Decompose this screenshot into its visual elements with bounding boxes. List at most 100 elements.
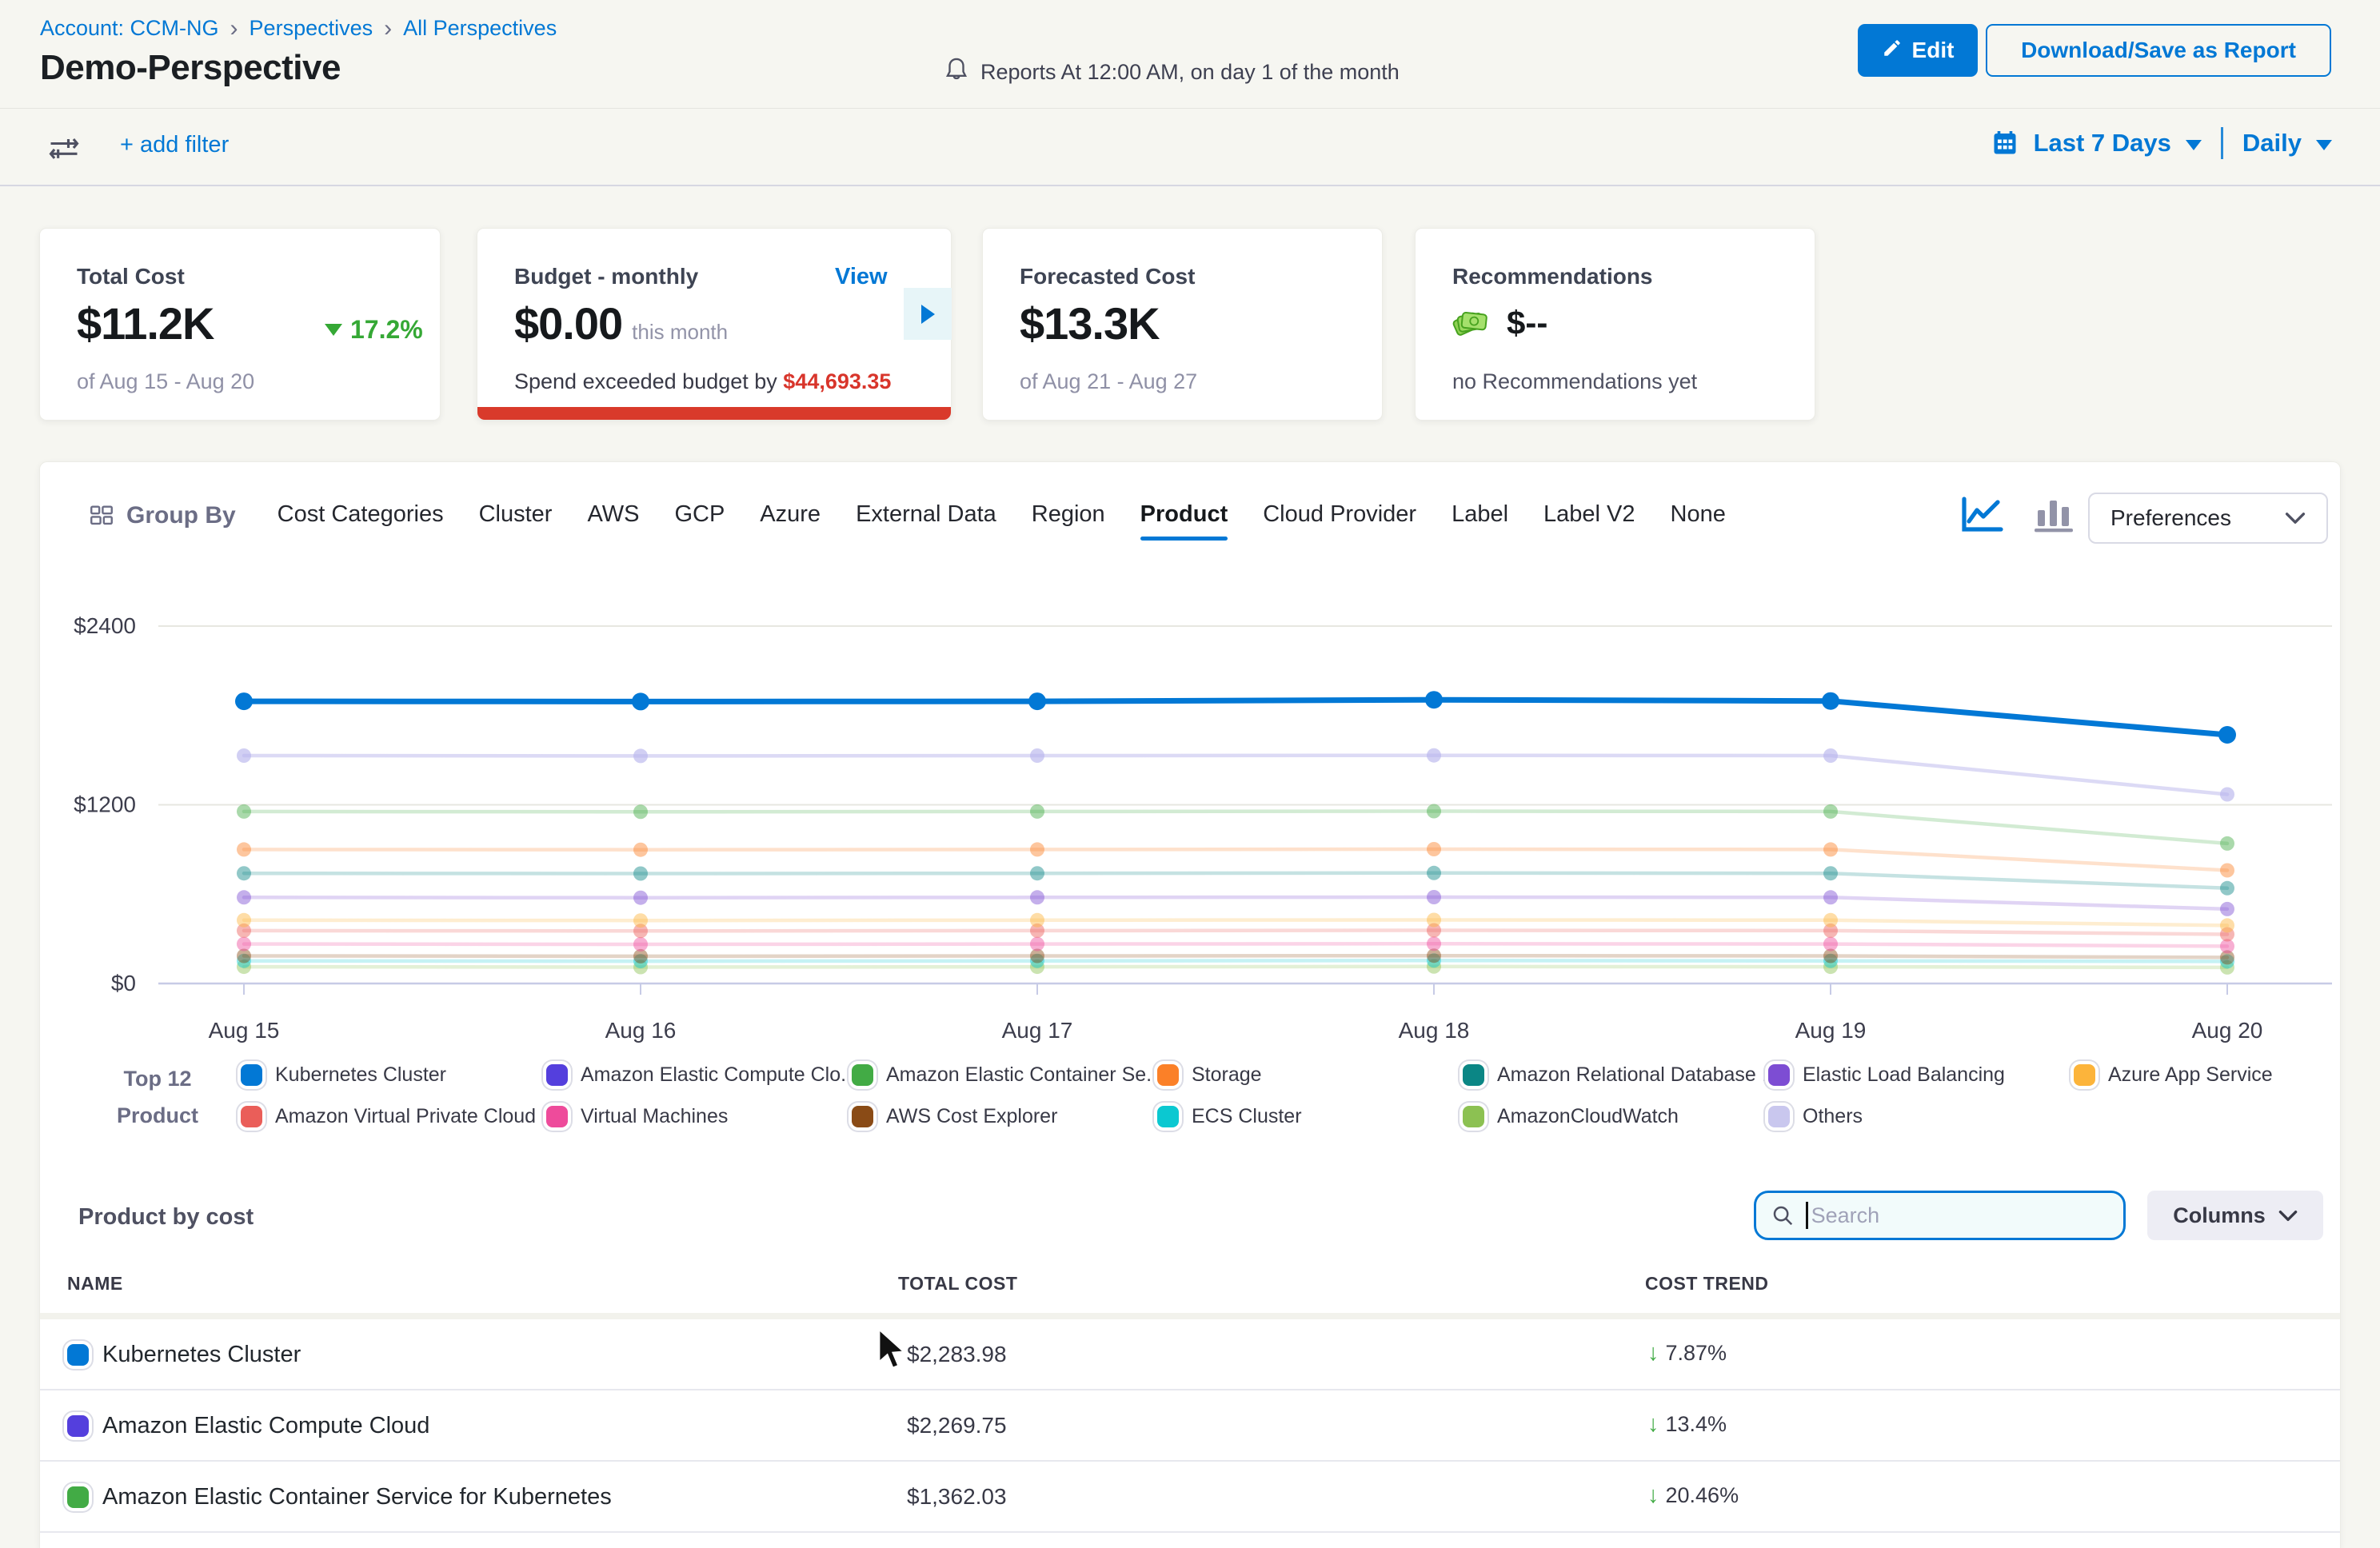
data-point[interactable] xyxy=(1030,913,1044,928)
data-point[interactable] xyxy=(1823,890,1838,904)
data-point[interactable] xyxy=(237,866,251,880)
data-point[interactable] xyxy=(633,843,648,857)
data-point[interactable] xyxy=(1823,866,1838,880)
legend-item[interactable]: Azure App Service xyxy=(2074,1063,2379,1087)
preferences-dropdown[interactable]: Preferences xyxy=(2088,493,2328,544)
data-point[interactable] xyxy=(237,890,251,904)
series-line[interactable] xyxy=(244,960,2227,961)
data-point[interactable] xyxy=(1823,913,1838,928)
data-point[interactable] xyxy=(1823,804,1838,819)
series-line[interactable] xyxy=(244,756,2227,795)
chevron-down-icon[interactable] xyxy=(2186,140,2202,150)
search-input[interactable] xyxy=(1811,1203,2109,1228)
tab-label[interactable]: Label xyxy=(1452,490,1508,542)
data-point[interactable] xyxy=(2220,902,2234,916)
breadcrumb-item[interactable]: All Perspectives xyxy=(403,16,557,41)
chevron-down-icon[interactable] xyxy=(2316,140,2332,150)
tab-product[interactable]: Product xyxy=(1140,490,1228,542)
legend-item[interactable]: Elastic Load Balancing xyxy=(1768,1063,2074,1087)
series-line[interactable] xyxy=(244,897,2227,909)
data-point[interactable] xyxy=(237,804,251,819)
data-point[interactable] xyxy=(1425,691,1443,708)
legend-item[interactable]: Amazon Elastic Container Se... xyxy=(852,1063,1157,1087)
data-point[interactable] xyxy=(1427,913,1441,928)
data-point[interactable] xyxy=(2220,788,2234,802)
data-point[interactable] xyxy=(1030,842,1044,856)
series-line[interactable] xyxy=(244,956,2227,957)
data-point[interactable] xyxy=(1427,866,1441,880)
tab-region[interactable]: Region xyxy=(1032,490,1105,542)
tab-cluster[interactable]: Cluster xyxy=(479,490,553,542)
data-point[interactable] xyxy=(633,937,648,952)
download-save-report-button[interactable]: Download/Save as Report xyxy=(1986,24,2331,77)
cost-time-series-chart[interactable]: $2400$1200$0Aug 15Aug 16Aug 17Aug 18Aug … xyxy=(40,592,2342,1088)
data-point[interactable] xyxy=(2220,836,2234,851)
tab-label-v2[interactable]: Label V2 xyxy=(1543,490,1635,542)
data-point[interactable] xyxy=(1028,692,1046,710)
tab-cost-categories[interactable]: Cost Categories xyxy=(278,490,444,542)
legend-item[interactable]: ECS Cluster xyxy=(1157,1105,1463,1128)
data-point[interactable] xyxy=(1030,890,1044,904)
series-line[interactable] xyxy=(244,944,2227,946)
data-point[interactable] xyxy=(632,692,649,710)
series-line[interactable] xyxy=(244,812,2227,844)
data-point[interactable] xyxy=(1030,804,1044,819)
series-line[interactable] xyxy=(244,920,2227,926)
data-point[interactable] xyxy=(1427,842,1441,856)
data-point[interactable] xyxy=(2220,864,2234,878)
add-filter-link[interactable]: + add filter xyxy=(120,132,229,158)
series-line[interactable] xyxy=(244,931,2227,935)
data-point[interactable] xyxy=(1823,842,1838,856)
data-point[interactable] xyxy=(1427,936,1441,951)
data-point[interactable] xyxy=(1823,937,1838,952)
filter-settings-icon[interactable] xyxy=(46,130,82,170)
data-point[interactable] xyxy=(633,867,648,881)
data-point[interactable] xyxy=(2218,726,2236,744)
tab-external-data[interactable]: External Data xyxy=(856,490,996,542)
data-point[interactable] xyxy=(235,692,253,710)
legend-item[interactable]: Amazon Relational Database ... xyxy=(1463,1063,1768,1087)
table-row[interactable]: Amazon Elastic Compute Cloud$2,269.75↓13… xyxy=(40,1390,2340,1462)
data-point[interactable] xyxy=(2220,881,2234,896)
data-point[interactable] xyxy=(633,804,648,819)
data-point[interactable] xyxy=(1427,804,1441,819)
data-point[interactable] xyxy=(1823,748,1838,763)
data-point[interactable] xyxy=(237,913,251,928)
data-point[interactable] xyxy=(1030,748,1044,763)
date-range-selector[interactable]: Last 7 Days xyxy=(2034,129,2171,158)
legend-item[interactable]: Amazon Virtual Private Cloud xyxy=(241,1105,546,1128)
data-point[interactable] xyxy=(1427,748,1441,763)
column-header-cost-trend[interactable]: COST TREND xyxy=(1645,1273,1769,1295)
data-point[interactable] xyxy=(633,891,648,905)
legend-item[interactable]: AmazonCloudWatch xyxy=(1463,1105,1768,1128)
data-point[interactable] xyxy=(1427,890,1441,904)
legend-item[interactable]: AWS Cost Explorer xyxy=(852,1105,1157,1128)
tab-azure[interactable]: Azure xyxy=(760,490,821,542)
bar-chart-icon[interactable] xyxy=(2033,494,2075,538)
breadcrumb-item[interactable]: Account: CCM-NG xyxy=(40,16,219,41)
data-point[interactable] xyxy=(633,913,648,928)
legend-item[interactable]: Virtual Machines xyxy=(546,1105,852,1128)
series-line[interactable] xyxy=(244,849,2227,871)
tab-cloud-provider[interactable]: Cloud Provider xyxy=(1263,490,1416,542)
data-point[interactable] xyxy=(633,748,648,763)
legend-item[interactable]: Kubernetes Cluster xyxy=(241,1063,546,1087)
data-point[interactable] xyxy=(237,748,251,763)
legend-item[interactable]: Others xyxy=(1768,1105,2074,1128)
series-line[interactable] xyxy=(244,700,2227,735)
series-line[interactable] xyxy=(244,873,2227,888)
data-point[interactable] xyxy=(237,937,251,952)
tab-none[interactable]: None xyxy=(1671,490,1726,542)
granularity-selector[interactable]: Daily xyxy=(2242,129,2302,158)
tab-gcp[interactable]: GCP xyxy=(674,490,725,542)
legend-item[interactable]: Storage xyxy=(1157,1063,1463,1087)
columns-dropdown[interactable]: Columns xyxy=(2147,1191,2323,1240)
column-header-name[interactable]: NAME xyxy=(67,1273,123,1295)
table-row[interactable]: Kubernetes Cluster$2,283.98↓7.87% xyxy=(40,1319,2340,1390)
breadcrumb-item[interactable]: Perspectives xyxy=(250,16,373,41)
data-point[interactable] xyxy=(1822,692,1839,710)
column-header-total-cost[interactable]: TOTAL COST xyxy=(898,1273,1017,1295)
edit-button[interactable]: Edit xyxy=(1858,24,1978,77)
line-chart-icon[interactable] xyxy=(1959,494,2004,538)
legend-item[interactable]: Amazon Elastic Compute Clo... xyxy=(546,1063,852,1087)
